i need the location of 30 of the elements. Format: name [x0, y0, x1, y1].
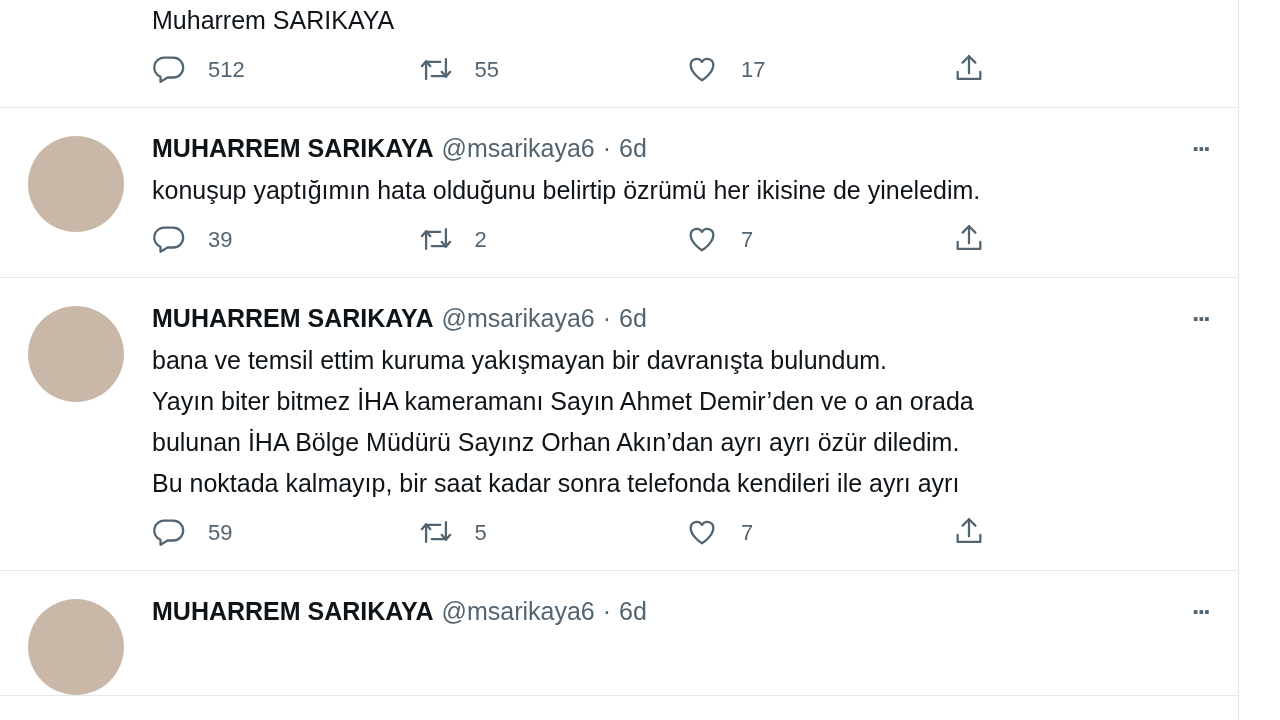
- reply-count: 512: [208, 55, 245, 84]
- author-name[interactable]: MUHARREM SARIKAYA: [152, 593, 434, 631]
- like-count: 7: [741, 518, 754, 547]
- reply-count: 39: [208, 225, 233, 254]
- separator-dot: ·: [602, 303, 612, 335]
- separator-dot: ·: [602, 133, 612, 165]
- more-button[interactable]: ···: [1183, 305, 1218, 333]
- retweet-count: 2: [474, 225, 487, 254]
- separator-dot: ·: [602, 596, 612, 628]
- author-name[interactable]: MUHARREM SARIKAYA: [152, 130, 434, 168]
- tweet-time[interactable]: 6d: [619, 130, 647, 168]
- author-handle[interactable]: @msarikaya6: [441, 130, 595, 168]
- like-count: 7: [741, 225, 754, 254]
- author-handle[interactable]: @msarikaya6: [441, 593, 595, 631]
- tweet-time[interactable]: 6d: [619, 300, 647, 338]
- author-handle[interactable]: @msarikaya6: [441, 300, 595, 338]
- reply-count: 59: [208, 518, 233, 547]
- tweet-text-line: bana ve temsil ettim kuruma yakışmayan bir davranışta bulundum.: [152, 345, 889, 376]
- tweet-text-line: Yayın biter bitmez İHA kameramanı Sayın Ahmet Demir’den ve o an orada: [152, 386, 975, 417]
- retweet-count: 55: [474, 55, 499, 84]
- tweet-text-line: bulunan İHA Bölge Müdürü Sayınz Orhan Akın’dan ayrı ayrı özür diledim.: [152, 427, 961, 458]
- retweet-count: 5: [474, 518, 487, 547]
- tweet-text-line: Muharrem SARIKAYA: [152, 5, 396, 36]
- more-button[interactable]: ···: [1183, 135, 1218, 163]
- more-button[interactable]: ···: [1183, 598, 1218, 626]
- tweet-text-line: Bu noktada kalmayıp, bir saat kadar sonra telefonda kendileri ile ayrı ayrı: [152, 468, 961, 499]
- like-count: 17: [741, 55, 766, 84]
- author-name[interactable]: MUHARREM SARIKAYA: [152, 300, 434, 338]
- tweet-text-line: konuşup yaptığımın hata olduğunu belirtip özrümü her ikisine de yineledim.: [152, 175, 982, 206]
- tweet-time[interactable]: 6d: [619, 593, 647, 631]
